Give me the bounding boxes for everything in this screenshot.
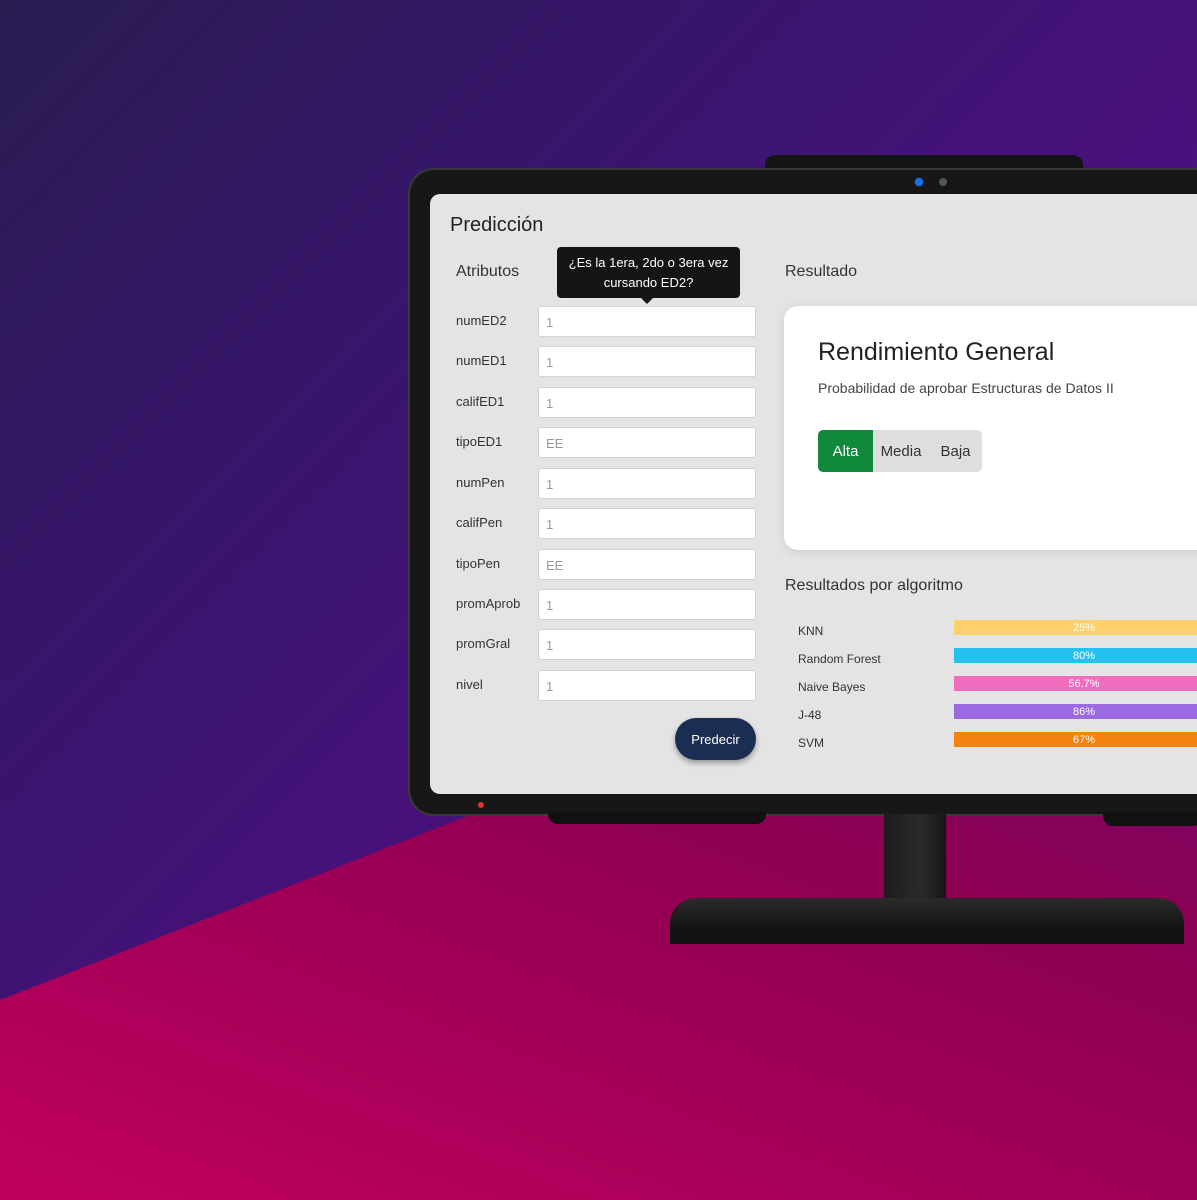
input-numED1[interactable]: 1 bbox=[538, 346, 756, 377]
input-tipoPen[interactable]: EE bbox=[538, 549, 756, 580]
attributes-title: Atributos bbox=[456, 263, 520, 280]
algorithm-bar-track: 25% bbox=[954, 620, 1197, 635]
monitor-foot-left bbox=[548, 812, 766, 824]
algorithm-bar: 56.7% bbox=[954, 676, 1197, 691]
input-promGral[interactable]: 1 bbox=[538, 629, 756, 660]
algorithm-bar-track: 67% bbox=[954, 732, 1197, 747]
algorithm-label: Random Forest bbox=[798, 652, 881, 666]
input-promAprob[interactable]: 1 bbox=[538, 589, 756, 620]
algorithm-label: Naive Bayes bbox=[798, 680, 866, 694]
algorithms-title: Resultados por algoritmo bbox=[785, 577, 963, 594]
field-label-promAprob: promAprob bbox=[456, 596, 521, 611]
input-califPen[interactable]: 1 bbox=[538, 508, 756, 539]
algorithm-bar-track: 80% bbox=[954, 648, 1197, 663]
camera-lens bbox=[915, 178, 923, 186]
input-califED1[interactable]: 1 bbox=[538, 387, 756, 418]
input-nivel[interactable]: 1 bbox=[538, 670, 756, 701]
algorithm-label: J-48 bbox=[798, 708, 822, 722]
field-label-califED1: califED1 bbox=[456, 394, 505, 409]
algorithm-bar: 86% bbox=[954, 704, 1197, 719]
algorithm-bar-track: 56.7% bbox=[954, 676, 1197, 691]
monitor-foot-right bbox=[1103, 812, 1197, 826]
field-label-tipoPen: tipoPen bbox=[456, 556, 501, 571]
monitor-stand-base bbox=[670, 898, 1184, 944]
predict-button[interactable]: Predecir bbox=[675, 718, 756, 760]
algorithm-bar-track: 86% bbox=[954, 704, 1197, 719]
field-label-tipoED1: tipoED1 bbox=[456, 434, 503, 449]
input-numPen[interactable]: 1 bbox=[538, 468, 756, 499]
card-title: Rendimiento General bbox=[818, 338, 1055, 366]
level-media[interactable]: Media bbox=[873, 430, 929, 472]
card-subtitle: Probabilidad de aprobar Estructuras de D… bbox=[818, 380, 1114, 396]
algorithm-label: SVM bbox=[798, 736, 825, 750]
camera-sensor bbox=[939, 178, 947, 186]
result-title: Resultado bbox=[785, 263, 858, 280]
input-numED2[interactable]: 1 bbox=[538, 306, 756, 337]
field-label-promGral: promGral bbox=[456, 636, 511, 651]
field-tooltip: ¿Es la 1era, 2do o 3era vez cursando ED2… bbox=[557, 247, 740, 304]
field-label-numED2: numED2 bbox=[456, 313, 507, 328]
field-label-nivel: nivel bbox=[456, 677, 483, 692]
field-label-numPen: numPen bbox=[456, 475, 505, 490]
algorithm-bar: 80% bbox=[954, 648, 1197, 663]
algorithm-bar: 25% bbox=[954, 620, 1197, 635]
page-title: Predicción bbox=[450, 214, 544, 236]
input-tipoED1[interactable]: EE bbox=[538, 427, 756, 458]
field-label-califPen: califPen bbox=[456, 515, 503, 530]
app-screen: Predicción Atributos Resultado ¿Es la 1e… bbox=[430, 194, 1197, 794]
algorithm-label: KNN bbox=[798, 624, 824, 638]
result-card: Rendimiento General Probabilidad de apro… bbox=[784, 306, 1197, 550]
field-label-numED1: numED1 bbox=[456, 353, 507, 368]
power-led bbox=[478, 802, 484, 808]
level-alta[interactable]: Alta bbox=[818, 430, 873, 472]
level-selector: Alta Media Baja bbox=[818, 430, 982, 472]
algorithm-bar: 67% bbox=[954, 732, 1197, 747]
level-baja[interactable]: Baja bbox=[929, 430, 982, 472]
